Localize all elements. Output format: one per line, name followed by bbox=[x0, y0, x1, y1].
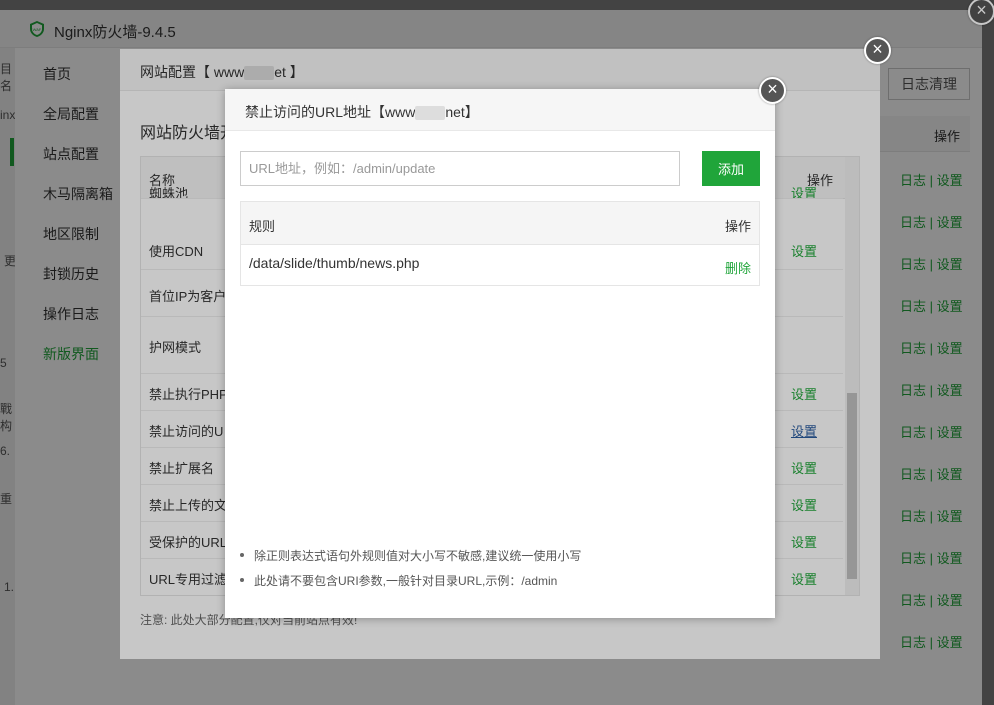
add-button[interactable]: 添加 bbox=[702, 151, 760, 186]
blocked-url-dialog: 禁止访问的URL地址【www net】 添加 规则 操作 /data/slide/… bbox=[225, 89, 775, 618]
blocked-url-dialog-title-bar: 禁止访问的URL地址【www net】 bbox=[225, 89, 775, 131]
redacted-domain bbox=[415, 106, 446, 121]
close-icon[interactable]: × bbox=[759, 77, 786, 104]
rules-table-header: 规则 操作 bbox=[241, 202, 759, 245]
title-suffix: net】 bbox=[445, 104, 479, 120]
rule-path: /data/slide/thumb/news.php bbox=[249, 255, 420, 271]
tip-item: 除正则表达式语句外规则值对大小写不敏感,建议统一使用小写 bbox=[240, 547, 581, 564]
table-row: /data/slide/thumb/news.php 删除 bbox=[241, 245, 759, 285]
rules-table: 规则 操作 /data/slide/thumb/news.php 删除 bbox=[240, 201, 760, 286]
title-prefix: 禁止访问的URL地址【www bbox=[245, 104, 416, 120]
tip-item: 此处请不要包含URI参数,一般针对目录URL,示例：/admin bbox=[240, 572, 581, 589]
blocked-url-dialog-title: 禁止访问的URL地址【www net】 bbox=[245, 102, 479, 122]
close-icon[interactable]: × bbox=[864, 37, 891, 64]
tips-list: 除正则表达式语句外规则值对大小写不敏感,建议统一使用小写 此处请不要包含URI参… bbox=[240, 547, 581, 597]
url-input[interactable] bbox=[240, 151, 680, 186]
col-rule-header: 规则 bbox=[249, 219, 276, 234]
delete-rule-link[interactable]: 删除 bbox=[725, 258, 751, 277]
col-op-header: 操作 bbox=[724, 219, 751, 234]
